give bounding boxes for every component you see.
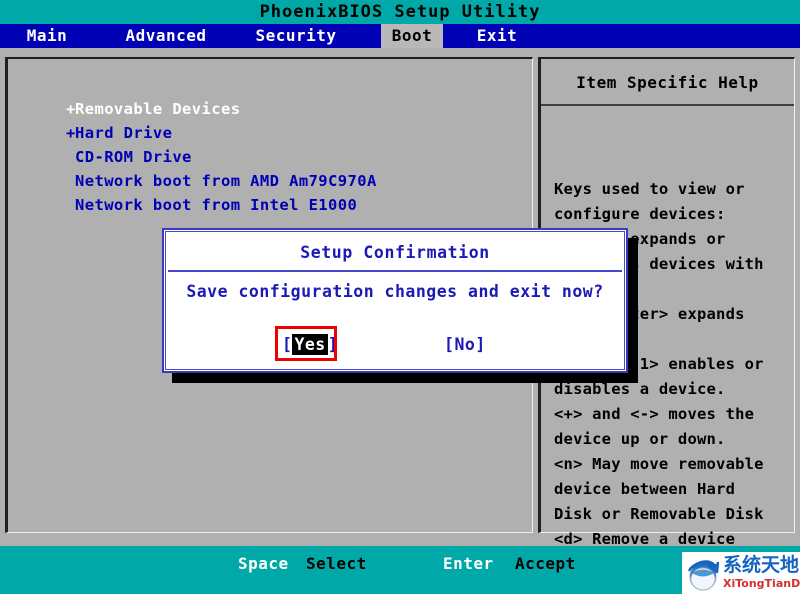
help-text-line: Disk or Removable Disk (554, 502, 798, 527)
boot-list-item[interactable]: CD-ROM Drive (66, 145, 377, 169)
boot-list-item[interactable]: +Removable Devices (66, 97, 377, 121)
window-title: PhoenixBIOS Setup Utility (0, 0, 800, 24)
help-text-line: Keys used to view or (554, 177, 798, 202)
help-text-line (554, 152, 798, 177)
status-key: Space (238, 552, 289, 576)
help-text-line (554, 127, 798, 152)
bracket-open: [ (444, 335, 454, 354)
boot-list-item-label: CD-ROM Drive (75, 148, 192, 166)
boot-device-list: +Removable Devices+Hard Drive CD-ROM Dri… (66, 97, 377, 217)
boot-list-item[interactable]: Network boot from Intel E1000 (66, 193, 377, 217)
status-action: Select (306, 552, 367, 576)
bracket-close: ] (475, 335, 485, 354)
help-text-line: device up or down. (554, 427, 798, 452)
menu-bar: Main Advanced Security Boot Exit (0, 24, 800, 48)
expand-marker-icon (66, 169, 75, 193)
help-text-line: device between Hard (554, 477, 798, 502)
status-key: Enter (443, 552, 494, 576)
help-text-line: configure devices: (554, 202, 798, 227)
status-action: Accept (515, 552, 576, 576)
help-text-line: <+> and <-> moves the (554, 402, 798, 427)
expand-marker-icon: + (66, 97, 75, 121)
globe-arrow-icon (685, 555, 721, 591)
boot-list-item[interactable]: +Hard Drive (66, 121, 377, 145)
help-text-line: <n> May move removable (554, 452, 798, 477)
boot-list-item-label: Hard Drive (75, 124, 172, 142)
watermark: 系统天地 XiTongTianDi.net (682, 552, 800, 594)
boot-list-item-label: Network boot from AMD Am79C970A (75, 172, 377, 190)
annotation-rectangle-yes (275, 326, 337, 361)
menu-tab-boot[interactable]: Boot (381, 24, 443, 48)
status-bar: Space Select Enter Accept (0, 546, 800, 594)
menu-tab-security[interactable]: Security (238, 24, 354, 48)
dialog-title: Setup Confirmation (168, 234, 622, 272)
bios-setup-screen: PhoenixBIOS Setup Utility Main Advanced Se… (0, 0, 800, 594)
setup-confirmation-dialog: Setup Confirmation Save configuration ch… (162, 228, 628, 373)
boot-list-item-label: Network boot from Intel E1000 (75, 196, 357, 214)
dialog-message: Save configuration changes and exit now? (164, 282, 626, 301)
watermark-cn-text: 系统天地 (723, 554, 799, 576)
boot-list-item[interactable]: Network boot from AMD Am79C970A (66, 169, 377, 193)
expand-marker-icon (66, 193, 75, 217)
menu-tab-exit[interactable]: Exit (462, 24, 532, 48)
dialog-button-label: No (454, 335, 475, 354)
dialog-button-row: [Yes][No] (164, 330, 626, 360)
boot-list-item-label: Removable Devices (75, 100, 240, 118)
watermark-en-text: XiTongTianDi.net (723, 577, 800, 591)
menu-tab-advanced[interactable]: Advanced (110, 24, 222, 48)
help-panel-title: Item Specific Help (541, 59, 794, 106)
expand-marker-icon (66, 145, 75, 169)
expand-marker-icon: + (66, 121, 75, 145)
menu-tab-main[interactable]: Main (12, 24, 82, 48)
dialog-button-no[interactable]: [No] (444, 330, 486, 360)
